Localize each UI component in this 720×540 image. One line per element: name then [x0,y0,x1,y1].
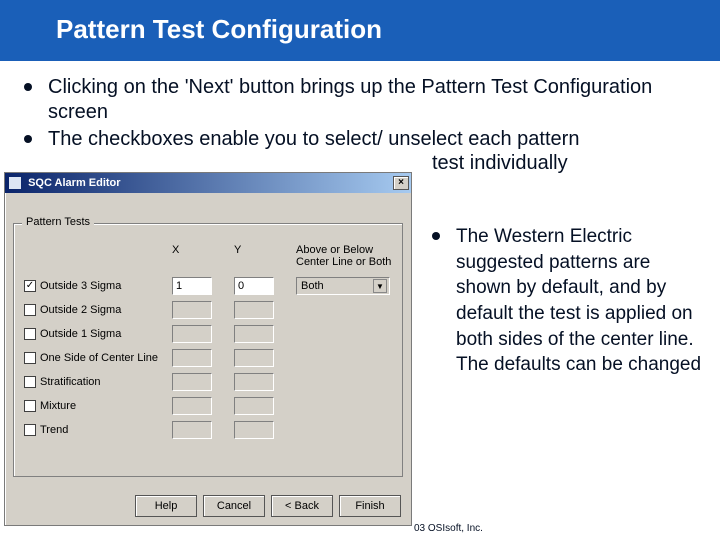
pattern-row: One Side of Center Line [24,346,392,370]
bullet-1-text: Clicking on the 'Next' button brings up … [48,75,696,125]
bullet-3-row: The Western Electric suggested patterns … [432,224,704,378]
pattern-label: Outside 3 Sigma [40,280,121,292]
y-input[interactable]: 0 [234,277,274,295]
pattern-checkbox[interactable] [24,352,36,364]
pattern-rows: ✓ Outside 3 Sigma 1 0 Both ▼ Outside 2 Sigma Ou… [24,274,392,442]
pattern-row: Trend [24,418,392,442]
dialog-titlebar: SQC Alarm Editor × [5,173,411,193]
bullet-2-row: The checkboxes enable you to select/ uns… [24,127,696,152]
pattern-row: Mixture [24,394,392,418]
chevron-down-icon: ▼ [373,279,387,293]
bullet-2-text: The checkboxes enable you to select/ uns… [48,127,579,152]
col-y: Y [234,244,296,268]
pattern-label: Outside 2 Sigma [40,304,121,316]
col-x: X [172,244,234,268]
pattern-label-cell: Stratification [24,376,172,388]
y-input [234,325,274,343]
bullet-1-row: Clicking on the 'Next' button brings up … [24,75,696,125]
slide-title: Pattern Test Configuration [56,14,382,44]
side-select-value: Both [301,280,324,292]
dialog-button-row: Help Cancel < Back Finish [135,495,401,517]
pattern-row: Outside 2 Sigma [24,298,392,322]
pattern-label: Stratification [40,376,101,388]
slide-content: Clicking on the 'Next' button brings up … [0,61,720,152]
dialog-title-wrap: SQC Alarm Editor [9,177,121,189]
bullet-2-continuation: test individually [432,152,568,175]
pattern-label-cell: Outside 1 Sigma [24,328,172,340]
pattern-checkbox[interactable] [24,424,36,436]
pattern-label: Outside 1 Sigma [40,328,121,340]
pattern-label: Mixture [40,400,76,412]
pattern-tests-group: Pattern Tests X Y Above or Below Center … [13,223,403,477]
pattern-label-cell: Trend [24,424,172,436]
x-input [172,397,212,415]
bullet-dot-icon [432,232,440,240]
column-headers: X Y Above or Below Center Line or Both [24,244,392,268]
pattern-checkbox[interactable] [24,376,36,388]
x-input [172,373,212,391]
x-input [172,421,212,439]
x-input [172,349,212,367]
help-button[interactable]: Help [135,495,197,517]
bullet-dot-icon [24,135,32,143]
y-input [234,397,274,415]
pattern-row: Stratification [24,370,392,394]
pattern-checkbox[interactable] [24,400,36,412]
bullet-dot-icon [24,83,32,91]
app-icon [9,177,21,189]
finish-button[interactable]: Finish [339,495,401,517]
pattern-label-cell: Outside 2 Sigma [24,304,172,316]
pattern-checkbox[interactable]: ✓ [24,280,36,292]
pattern-label: One Side of Center Line [40,352,158,364]
pattern-label-cell: ✓ Outside 3 Sigma [24,280,172,292]
pattern-label: Trend [40,424,68,436]
side-select[interactable]: Both ▼ [296,277,390,295]
back-button[interactable]: < Back [271,495,333,517]
lower-right-region: The Western Electric suggested patterns … [432,224,704,380]
sqc-dialog: SQC Alarm Editor × Pattern Tests X Y Abo… [4,172,412,526]
bullet-3-text: The Western Electric suggested patterns … [456,224,704,378]
pattern-row: ✓ Outside 3 Sigma 1 0 Both ▼ [24,274,392,298]
slide-title-bar: Pattern Test Configuration [0,0,720,61]
close-button[interactable]: × [393,176,409,190]
y-input [234,421,274,439]
dialog-body: Pattern Tests X Y Above or Below Center … [5,193,411,525]
x-input [172,325,212,343]
col-above-below: Above or Below Center Line or Both [296,244,396,268]
x-input [172,301,212,319]
x-input[interactable]: 1 [172,277,212,295]
pattern-checkbox[interactable] [24,328,36,340]
cancel-button[interactable]: Cancel [203,495,265,517]
pattern-label-cell: Mixture [24,400,172,412]
y-input [234,301,274,319]
pattern-label-cell: One Side of Center Line [24,352,172,364]
pattern-row: Outside 1 Sigma [24,322,392,346]
dialog-title: SQC Alarm Editor [28,177,121,189]
copyright-text: 03 OSIsoft, Inc. [414,523,483,534]
pattern-checkbox[interactable] [24,304,36,316]
y-input [234,373,274,391]
pattern-tests-group-label: Pattern Tests [22,216,94,228]
y-input [234,349,274,367]
